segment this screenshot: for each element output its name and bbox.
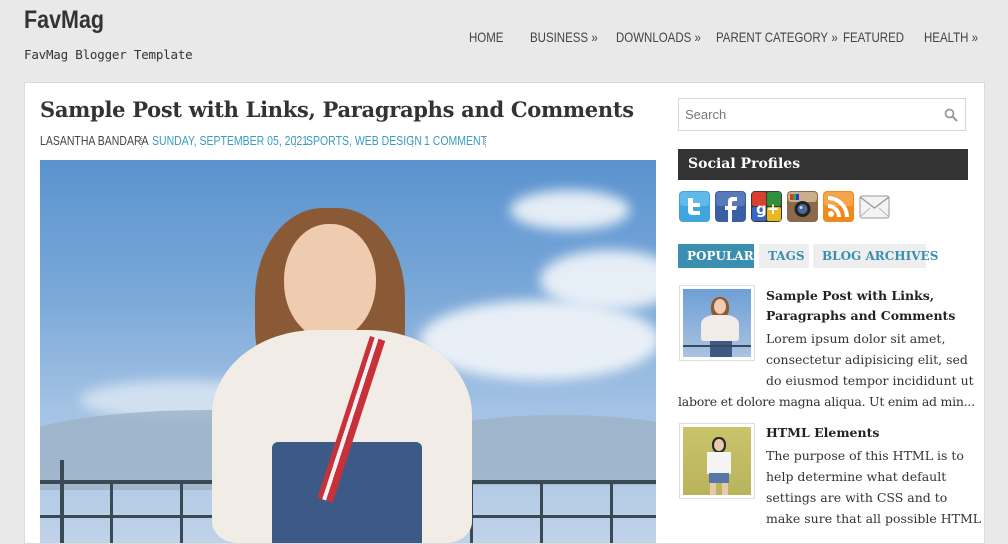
- google-plus-icon[interactable]: g+: [751, 191, 782, 222]
- search-icon[interactable]: [944, 108, 958, 122]
- meta-divider: [485, 136, 486, 147]
- content-panel: Sample Post with Links, Paragraphs and C…: [24, 82, 985, 544]
- popular-post-title[interactable]: Sample Post with Links, Paragraphs and C…: [766, 286, 955, 326]
- nav-health[interactable]: HEALTH»: [924, 29, 978, 45]
- twitter-icon[interactable]: [679, 191, 710, 222]
- meta-divider: [141, 136, 142, 147]
- popular-post-thumbnail[interactable]: [679, 285, 755, 361]
- svg-text:g+: g+: [756, 200, 779, 218]
- popular-post-excerpt: Lorem ipsum dolor sit amet, consectetur …: [766, 331, 974, 388]
- social-profiles-heading: Social Profiles: [678, 149, 968, 180]
- tab-popular[interactable]: POPULAR: [678, 244, 754, 268]
- meta-divider: [412, 136, 413, 147]
- post-title[interactable]: Sample Post with Links, Paragraphs and C…: [40, 97, 634, 122]
- submenu-arrow-icon: »: [831, 29, 838, 45]
- nav-featured[interactable]: FEATURED: [843, 29, 904, 45]
- submenu-arrow-icon: »: [591, 29, 598, 45]
- popular-post-excerpt: The purpose of this HTML is to help dete…: [766, 448, 982, 526]
- main-navigation: HOME BUSINESS» DOWNLOADS» PARENT CATEGOR…: [0, 29, 1008, 49]
- rss-icon[interactable]: [823, 191, 854, 222]
- popular-post-title[interactable]: HTML Elements: [766, 423, 879, 443]
- site-description: FavMag Blogger Template: [24, 47, 193, 62]
- submenu-arrow-icon: »: [694, 29, 701, 45]
- submenu-arrow-icon: »: [971, 29, 979, 45]
- nav-downloads[interactable]: DOWNLOADS»: [616, 29, 701, 45]
- search-input[interactable]: [679, 99, 951, 130]
- nav-business[interactable]: BUSINESS»: [530, 29, 598, 45]
- meta-divider: [295, 136, 296, 147]
- email-icon[interactable]: [859, 191, 890, 222]
- tab-blog-archives[interactable]: BLOG ARCHIVES: [813, 244, 938, 268]
- nav-home[interactable]: HOME: [469, 29, 503, 45]
- facebook-icon[interactable]: [715, 191, 746, 222]
- popular-post-excerpt-end: labore et dolore magna aliqua. Ut enim a…: [678, 394, 975, 409]
- instagram-icon[interactable]: [787, 191, 818, 222]
- nav-parent-category[interactable]: PARENT CATEGORY»: [716, 29, 838, 45]
- popular-post-thumbnail[interactable]: [679, 423, 755, 499]
- post-author[interactable]: LASANTHA BANDARA: [40, 134, 169, 148]
- post-comments-link[interactable]: 1 COMMENT: [424, 134, 499, 148]
- post-featured-image[interactable]: [40, 160, 656, 543]
- search-box: [678, 98, 966, 131]
- tab-tags[interactable]: TAGS: [759, 244, 809, 268]
